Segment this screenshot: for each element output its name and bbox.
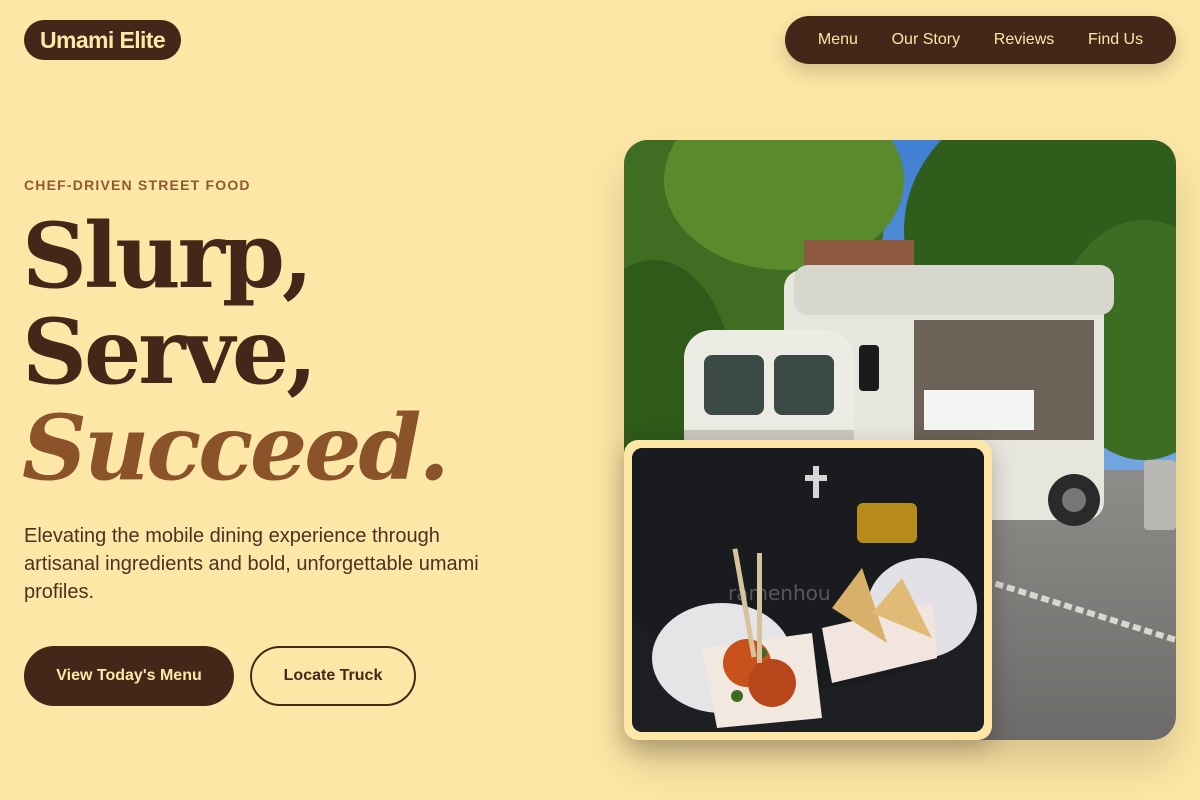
view-menu-button[interactable]: View Today's Menu: [24, 646, 234, 706]
headline-line-2: Serve,: [22, 299, 318, 405]
inset-watermark: ramenhou: [728, 581, 831, 605]
nav-item-our-story[interactable]: Our Story: [892, 31, 960, 49]
brand-name: Umami Elite: [40, 26, 166, 53]
hero-eyebrow: CHEF-DRIVEN STREET FOOD: [24, 177, 251, 193]
headline-line-3: Succeed.: [22, 395, 450, 501]
brand-logo[interactable]: Umami Elite: [24, 20, 182, 60]
headline-line-1: Slurp,: [22, 203, 313, 309]
main-nav: Menu Our Story Reviews Find Us: [785, 16, 1176, 64]
nav-item-menu[interactable]: Menu: [818, 31, 858, 49]
locate-truck-button[interactable]: Locate Truck: [250, 646, 416, 706]
nav-item-find-us[interactable]: Find Us: [1088, 31, 1143, 49]
nav-item-reviews[interactable]: Reviews: [994, 31, 1054, 49]
hero-subtext: Elevating the mobile dining experience t…: [24, 525, 479, 603]
hero-headline: Slurp, Serve, Succeed.: [22, 203, 450, 501]
street-food-inset-photo: ramenhou: [624, 440, 992, 740]
